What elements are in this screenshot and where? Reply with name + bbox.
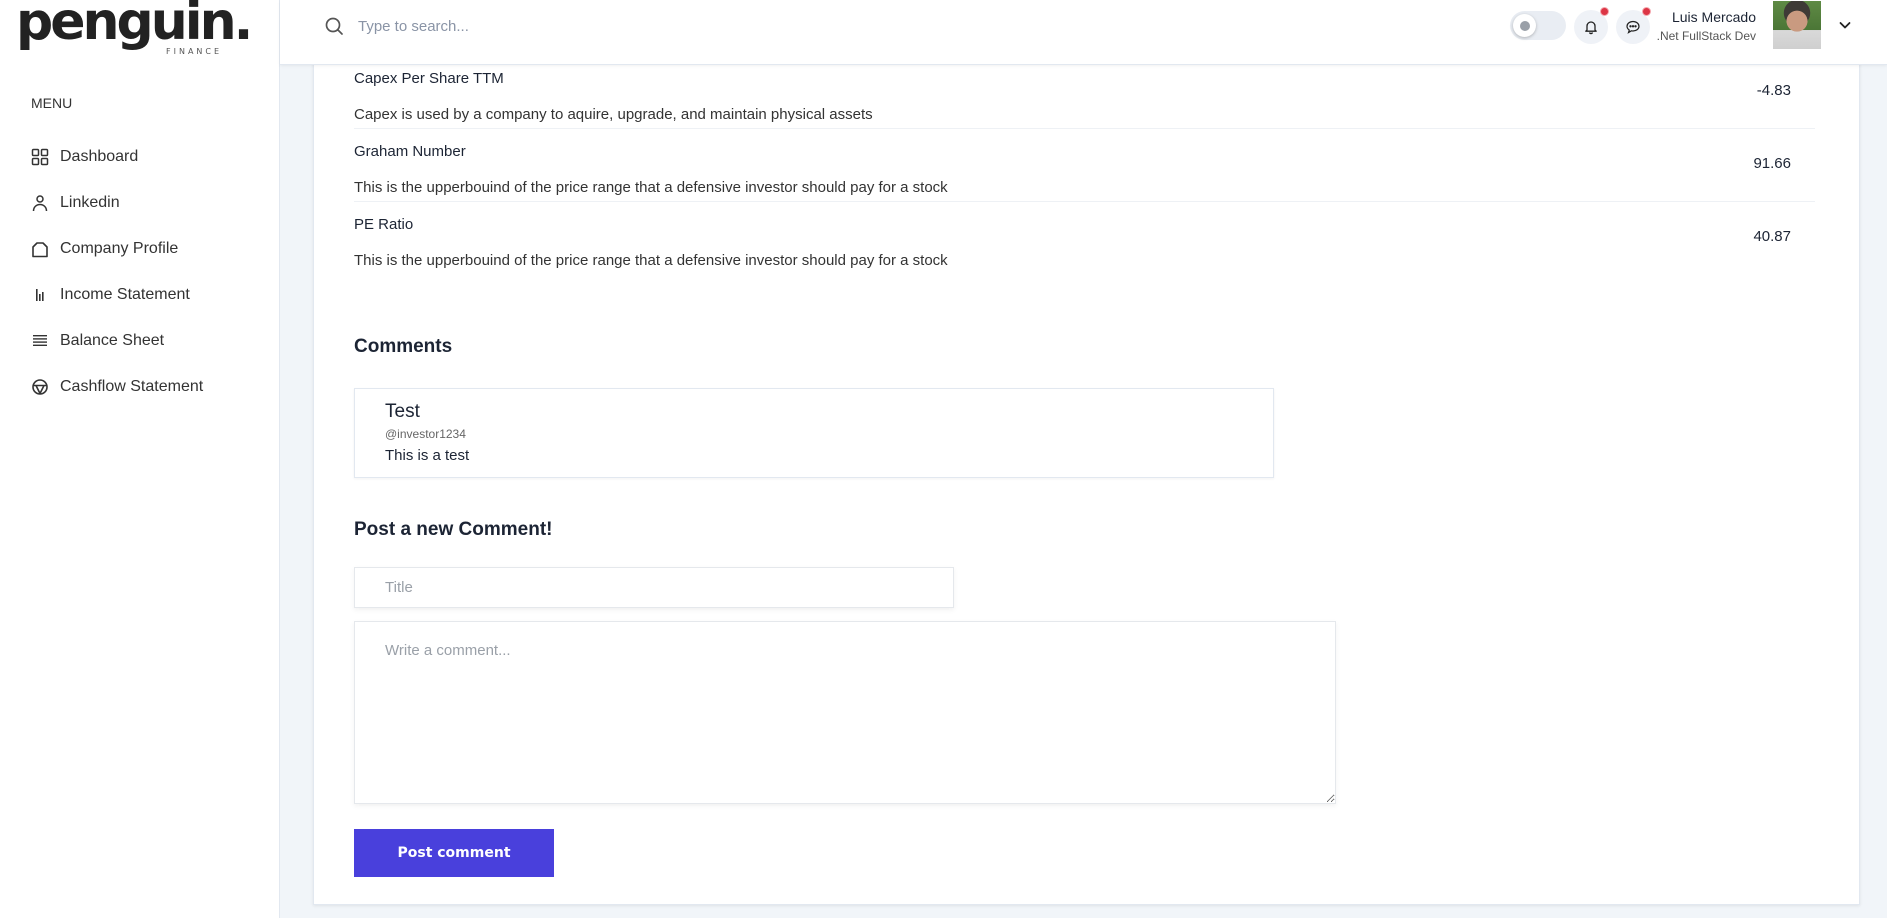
message-badge	[1642, 7, 1651, 16]
chat-icon	[1626, 20, 1640, 34]
sidebar-nav: Dashboard Linkedin Company Profile Incom…	[31, 134, 203, 410]
main-content-card: Capex Per Share TTM Capex is used by a c…	[313, 55, 1860, 905]
sidebar-item-company-profile[interactable]: Company Profile	[31, 226, 203, 272]
bar-chart-icon	[31, 286, 49, 304]
metric-title: Capex Per Share TTM	[354, 70, 504, 87]
comment-title: Test	[385, 401, 420, 422]
comment-body: This is a test	[385, 447, 470, 464]
sidebar: penguin. FINANCE MENU Dashboard Linkedin…	[0, 0, 280, 918]
logo-subtitle: FINANCE	[166, 47, 223, 56]
notifications-button[interactable]	[1574, 7, 1609, 44]
logo[interactable]: penguin. FINANCE	[16, 0, 253, 60]
comment-body-textarea[interactable]	[354, 621, 1336, 804]
chevron-down-icon[interactable]	[1838, 18, 1852, 32]
search-input[interactable]	[358, 12, 658, 40]
metric-title: PE Ratio	[354, 216, 414, 233]
metric-value: 91.66	[1753, 155, 1791, 172]
sidebar-item-income-statement[interactable]: Income Statement	[31, 272, 203, 318]
user-name[interactable]: Luis Mercado	[1672, 9, 1756, 25]
sidebar-item-linkedin[interactable]: Linkedin	[31, 180, 203, 226]
user-role: .Net FullStack Dev	[1656, 29, 1756, 43]
metric-title: Graham Number	[354, 143, 466, 160]
list-icon	[31, 332, 49, 350]
user-icon	[31, 194, 49, 212]
search-icon[interactable]	[324, 16, 344, 36]
grid-icon	[31, 148, 49, 166]
metric-description: This is the upperbouind of the price ran…	[354, 252, 948, 269]
sidebar-item-label: Balance Sheet	[60, 332, 165, 349]
menu-label: MENU	[31, 95, 73, 111]
notification-badge	[1600, 7, 1609, 16]
sidebar-item-dashboard[interactable]: Dashboard	[31, 134, 203, 180]
metric-row: PE Ratio This is the upperbouind of the …	[354, 202, 1815, 275]
metric-description: This is the upperbouind of the price ran…	[354, 179, 948, 196]
metric-value: -4.83	[1756, 82, 1791, 99]
sidebar-item-label: Linkedin	[60, 194, 120, 211]
metric-value: 40.87	[1753, 228, 1791, 245]
dark-mode-toggle[interactable]	[1510, 11, 1566, 40]
bag-icon	[31, 240, 49, 258]
sidebar-item-label: Cashflow Statement	[60, 378, 204, 395]
comment-username: @investor1234	[385, 427, 466, 441]
globe-icon	[31, 378, 49, 396]
top-header: Luis Mercado .Net FullStack Dev	[280, 0, 1887, 65]
comments-heading: Comments	[354, 336, 453, 357]
comment-title-input[interactable]	[354, 567, 954, 608]
sidebar-item-balance-sheet[interactable]: Balance Sheet	[31, 318, 203, 364]
metric-row: Graham Number This is the upperbouind of…	[354, 129, 1815, 202]
sidebar-item-label: Income Statement	[60, 286, 190, 303]
sidebar-item-label: Company Profile	[60, 240, 179, 257]
sidebar-item-label: Dashboard	[60, 148, 139, 165]
logo-wordmark: penguin.	[16, 0, 253, 52]
sidebar-item-cashflow-statement[interactable]: Cashflow Statement	[31, 364, 203, 410]
bell-icon	[1585, 21, 1597, 35]
post-comment-button[interactable]: Post comment	[354, 829, 554, 877]
metric-row: Capex Per Share TTM Capex is used by a c…	[354, 56, 1815, 129]
sun-icon	[1513, 14, 1536, 37]
avatar[interactable]	[1773, 1, 1821, 49]
metric-description: Capex is used by a company to aquire, up…	[354, 106, 873, 123]
comment-card: Test @investor1234 This is a test	[354, 388, 1274, 478]
new-comment-heading: Post a new Comment!	[354, 519, 553, 540]
messages-button[interactable]	[1616, 7, 1651, 44]
